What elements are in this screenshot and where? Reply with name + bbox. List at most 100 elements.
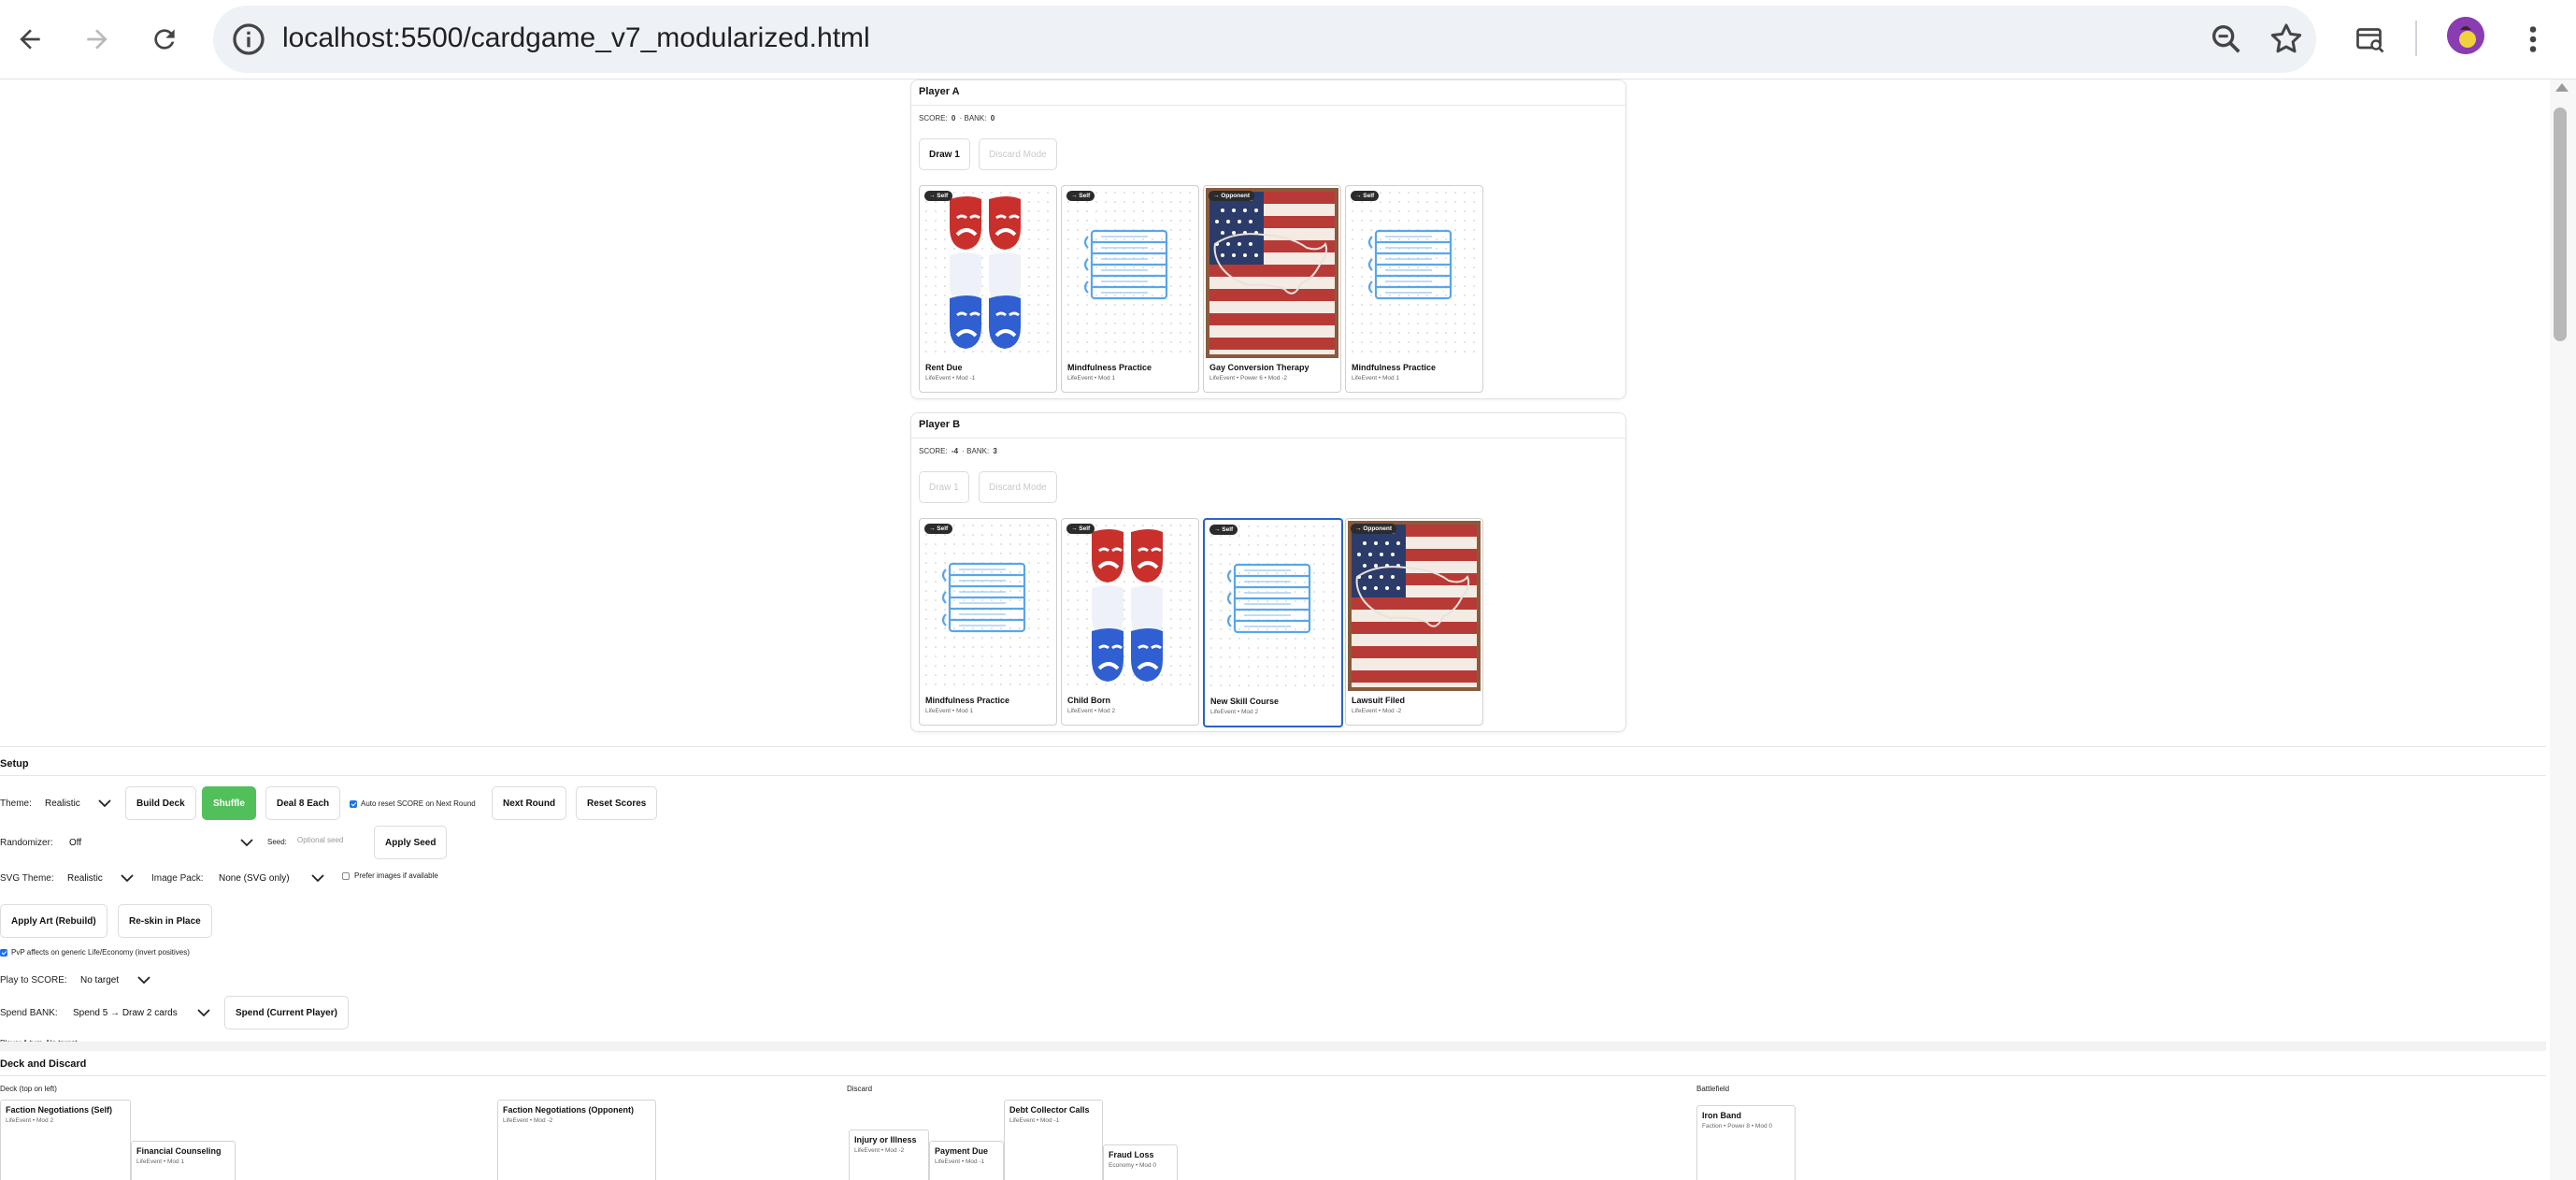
address-bar[interactable]: localhost:5500/cardgame_v7_modularized.h…: [213, 6, 2316, 73]
card-meta: LifeEvent • Mod -2: [1352, 708, 1402, 714]
image-pack-label: Image Pack:: [151, 873, 204, 884]
spend-current-player-button[interactable]: Spend (Current Player): [224, 996, 349, 1029]
hand-card[interactable]: → Self Mindfulness Practice LifeEvent • Mo…: [1061, 185, 1199, 393]
discard-mode-button[interactable]: Discard Mode: [979, 471, 1057, 503]
bookmark-star-icon[interactable]: [2268, 21, 2305, 58]
svg-theme-label: SVG Theme:: [0, 873, 54, 884]
hand-card[interactable]: → Self Mindfulness Practice LifeEvent • Mo…: [919, 518, 1057, 726]
chevron-down-icon: [121, 874, 134, 883]
hand-card[interactable]: → Self Rent Due LifeEvent • Mod -1: [919, 185, 1057, 393]
chevron-down-icon: [98, 799, 111, 808]
spend-bank-select[interactable]: Spend 5 → Draw 2 cards: [65, 1000, 217, 1026]
hand-card[interactable]: → Opponent Lawsuit Filed LifeEvent • Mod -…: [1345, 518, 1483, 726]
player-stats: SCORE: 0 · BANK: 0: [919, 114, 996, 122]
score-value: -4: [951, 447, 959, 455]
build-deck-button[interactable]: Build Deck: [125, 786, 196, 820]
card-meta: LifeEvent • Mod 1: [1352, 375, 1400, 381]
card-meta: LifeEvent • Mod 2: [6, 1117, 54, 1124]
deck-card[interactable]: Financial Counseling LifeEvent • Mod 1: [131, 1141, 236, 1180]
section-title: Deck and Discard: [0, 1058, 87, 1070]
site-info-icon[interactable]: [230, 21, 267, 58]
discard-label: Discard: [847, 1085, 873, 1093]
discard-mode-button[interactable]: Discard Mode: [979, 138, 1057, 170]
card-name: Mindfulness Practice: [1067, 363, 1152, 372]
books-icon: [1207, 522, 1339, 692]
apply-art-button[interactable]: Apply Art (Rebuild): [0, 904, 107, 938]
hand-card[interactable]: → Self Child Born LifeEvent • Mod 2: [1061, 518, 1199, 726]
card-meta: LifeEvent • Mod 1: [925, 708, 974, 714]
randomizer-select-value: Off: [69, 837, 82, 848]
chrome-menu-button[interactable]: [2509, 15, 2557, 64]
deck-card[interactable]: Faction Negotiations (Self) LifeEvent • …: [0, 1100, 131, 1180]
card-meta: LifeEvent • Mod -1: [935, 1158, 985, 1165]
draw-button[interactable]: Draw 1: [919, 138, 970, 170]
auto-reset-checkbox[interactable]: [350, 800, 357, 808]
reload-button[interactable]: [140, 15, 189, 64]
masks-icon: [1064, 521, 1196, 691]
seed-label: Seed:: [267, 838, 287, 846]
reset-scores-button[interactable]: Reset Scores: [576, 786, 658, 820]
reading-mode-button[interactable]: [2346, 15, 2395, 64]
scrollbar-thumb[interactable]: [2554, 108, 2567, 341]
hand-card[interactable]: → Opponent Gay Conversion Therapy LifeEven…: [1203, 185, 1341, 393]
divider: [0, 775, 2546, 776]
discard-card[interactable]: Payment Due LifeEvent • Mod -1: [929, 1141, 1004, 1180]
back-arrow-icon: [20, 29, 40, 50]
deck-card[interactable]: Faction Negotiations (Opponent) LifeEven…: [497, 1100, 656, 1180]
bank-value: 0: [990, 114, 995, 122]
target-badge: → Self: [1351, 191, 1380, 201]
card-name: Fraud Loss: [1109, 1150, 1154, 1159]
pvp-checkbox[interactable]: [0, 949, 7, 957]
books-icon: [922, 521, 1054, 691]
chevron-down-icon: [137, 976, 150, 985]
player-a-panel: Player A SCORE: 0 · BANK: 0 Draw 1 Disca…: [910, 79, 1626, 399]
apply-seed-button[interactable]: Apply Seed: [374, 826, 448, 859]
page-content: Player A SCORE: 0 · BANK: 0 Draw 1 Disca…: [0, 79, 2546, 1180]
back-button[interactable]: [6, 15, 54, 64]
score-value: 0: [951, 114, 956, 122]
prefer-images-checkbox[interactable]: [342, 872, 350, 880]
hand-card[interactable]: → Self New Skill Course LifeEvent • Mod 2: [1203, 518, 1343, 727]
card-meta: LifeEvent • Mod -2: [503, 1117, 553, 1124]
card-name: Iron Band: [1702, 1111, 1741, 1120]
discard-card[interactable]: Injury or Illness LifeEvent • Mod -2: [849, 1130, 929, 1180]
flag-icon: [1206, 188, 1338, 358]
shuffle-button[interactable]: Shuffle: [202, 786, 256, 820]
kebab-menu-icon: [2529, 26, 2537, 52]
zoom-icon[interactable]: [2208, 21, 2245, 58]
seed-input[interactable]: Optional seed: [292, 827, 372, 852]
card-name: Child Born: [1067, 696, 1110, 705]
play-to-score-select-value: No target: [80, 974, 120, 986]
profile-avatar[interactable]: [2447, 17, 2484, 54]
target-badge: → Opponent: [1351, 524, 1396, 534]
reload-icon: [154, 29, 175, 50]
scroll-up-arrow[interactable]: [2555, 83, 2569, 92]
card-name: Faction Negotiations (Opponent): [503, 1105, 634, 1115]
next-round-button[interactable]: Next Round: [492, 786, 567, 820]
play-to-score-label: Play to SCORE:: [0, 975, 67, 986]
play-to-score-select[interactable]: No target: [73, 967, 157, 993]
discard-card[interactable]: Fraud Loss Economy • Mod 0: [1103, 1144, 1178, 1180]
masks-icon: [922, 188, 1054, 358]
target-badge: → Opponent: [1209, 191, 1254, 201]
reskin-button[interactable]: Re-skin in Place: [118, 904, 212, 938]
bank-value: 3: [993, 447, 997, 455]
prefer-images-label: Prefer images if available: [354, 871, 438, 880]
books-icon: [1348, 188, 1481, 358]
page-scrollbar[interactable]: [2550, 79, 2576, 1180]
svg-theme-select-value: Realistic: [67, 872, 103, 884]
theme-select[interactable]: Realistic: [37, 790, 118, 816]
deal-button[interactable]: Deal 8 Each: [265, 786, 341, 820]
hand-card[interactable]: → Self Mindfulness Practice LifeEvent • Mo…: [1345, 185, 1483, 393]
url-text[interactable]: localhost:5500/cardgame_v7_modularized.h…: [282, 22, 870, 54]
randomizer-label: Randomizer:: [0, 838, 53, 848]
battlefield-card[interactable]: Iron Band Faction • Power 8 • Mod 0: [1696, 1105, 1796, 1180]
forward-button[interactable]: [73, 15, 122, 64]
card-meta: LifeEvent • Mod 1: [1067, 375, 1116, 381]
image-pack-select[interactable]: None (SVG only): [211, 865, 331, 891]
svg-theme-select[interactable]: Realistic: [60, 865, 140, 891]
draw-button[interactable]: Draw 1: [919, 471, 969, 503]
randomizer-select[interactable]: Off: [62, 829, 260, 856]
discard-card[interactable]: Debt Collector Calls LifeEvent • Mod -1: [1004, 1100, 1103, 1180]
card-name: Mindfulness Practice: [925, 696, 1010, 705]
